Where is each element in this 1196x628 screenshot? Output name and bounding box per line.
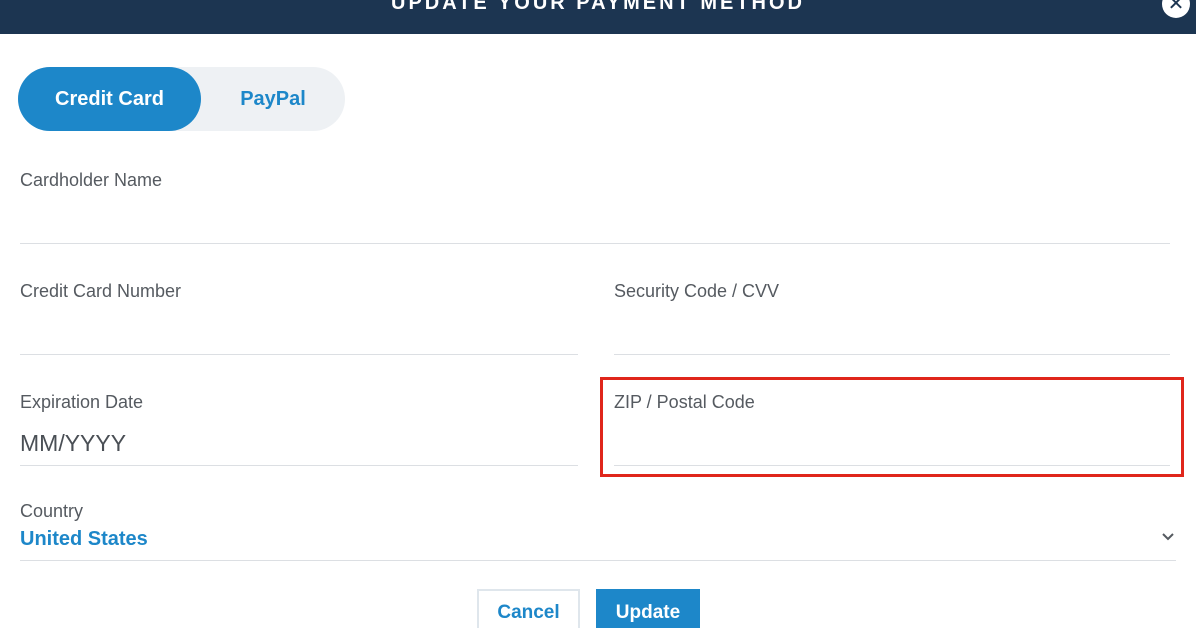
paypal-tab[interactable]: PayPal — [201, 67, 345, 131]
security-code-label: Security Code / CVV — [614, 281, 780, 301]
card-number-field: Credit Card Number — [20, 281, 578, 355]
security-code-field: Security Code / CVV — [614, 281, 1170, 355]
expiration-date-label: Expiration Date — [20, 392, 144, 412]
modal-title: UPDATE YOUR PAYMENT METHOD — [391, 0, 805, 14]
modal-header: UPDATE YOUR PAYMENT METHOD ✕ — [0, 0, 1196, 34]
payment-modal: UPDATE YOUR PAYMENT METHOD ✕ Credit Card… — [0, 0, 1196, 628]
chevron-down-icon[interactable] — [1160, 529, 1176, 545]
card-number-label: Credit Card Number — [20, 281, 182, 301]
expiration-date-field: Expiration Date — [20, 392, 578, 466]
payment-type-toggle: Credit Card PayPal — [18, 67, 345, 131]
country-select[interactable]: Country United States — [20, 501, 1176, 561]
country-value: United States — [20, 528, 148, 550]
update-button[interactable]: Update — [596, 589, 700, 628]
expiration-date-input[interactable] — [20, 421, 578, 466]
cardholder-name-field: Cardholder Name — [20, 170, 1170, 244]
security-code-input[interactable] — [614, 310, 1170, 355]
cardholder-name-input[interactable] — [20, 199, 1170, 244]
cancel-button[interactable]: Cancel — [477, 589, 580, 628]
zip-code-highlight — [600, 377, 1184, 477]
card-number-input[interactable] — [20, 310, 578, 355]
cardholder-name-label: Cardholder Name — [20, 170, 163, 190]
credit-card-tab[interactable]: Credit Card — [18, 67, 201, 131]
country-label: Country — [20, 501, 84, 521]
